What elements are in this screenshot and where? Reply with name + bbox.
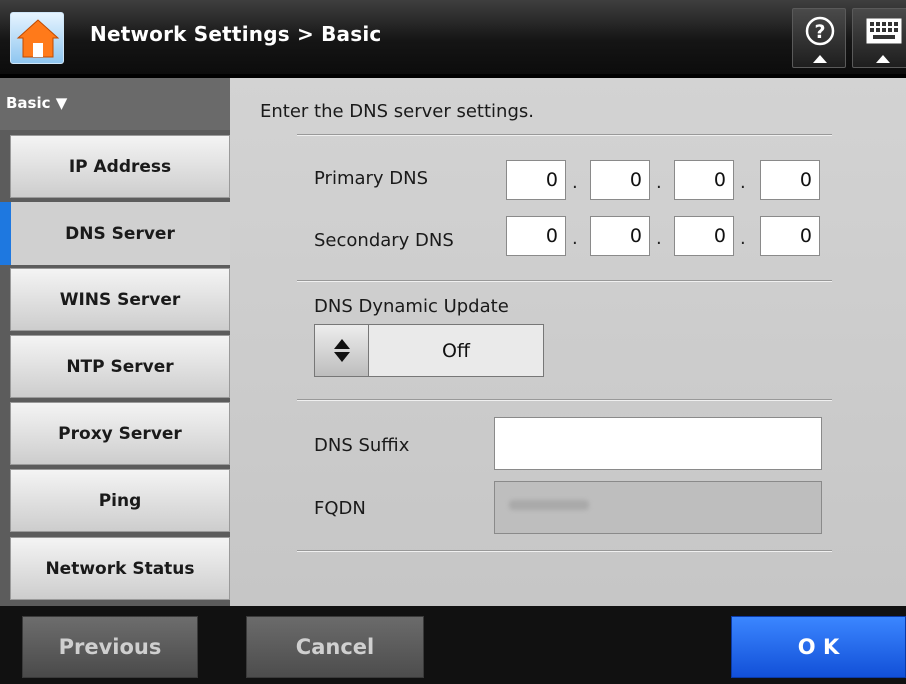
spinner-button[interactable] <box>315 325 369 376</box>
help-button[interactable]: ? <box>792 8 846 68</box>
fqdn-field <box>494 481 822 534</box>
spinner-value: Off <box>369 325 543 376</box>
sidebar-item-dns-server[interactable]: DNS Server <box>10 202 230 265</box>
primary-dns-octet-2[interactable]: 0 <box>590 160 650 200</box>
secondary-dns-octet-1[interactable]: 0 <box>506 216 566 256</box>
instruction-text: Enter the DNS server settings. <box>260 101 534 122</box>
sidebar-item-label: Ping <box>98 490 142 511</box>
previous-button[interactable]: Previous <box>22 616 198 678</box>
sidebar-item-proxy-server[interactable]: Proxy Server <box>10 402 230 465</box>
sidebar-item-label: WINS Server <box>59 289 181 310</box>
divider <box>297 399 832 401</box>
svg-text:?: ? <box>814 21 825 43</box>
primary-dns-octet-4[interactable]: 0 <box>760 160 820 200</box>
title-bar: Network Settings > Basic ? <box>0 0 906 76</box>
redacted-value <box>509 500 589 510</box>
active-item-indicator <box>0 202 11 265</box>
help-icon: ? <box>805 16 835 63</box>
settings-panel: Enter the DNS server settings. Primary D… <box>230 78 906 606</box>
sidebar-item-ip-address[interactable]: IP Address <box>10 135 230 198</box>
keyboard-button[interactable] <box>852 8 906 68</box>
sidebar-item-label: NTP Server <box>66 356 174 377</box>
secondary-dns-octet-3[interactable]: 0 <box>674 216 734 256</box>
octet-separator: . <box>740 228 746 249</box>
octet-separator: . <box>740 172 746 193</box>
sidebar-item-network-status[interactable]: Network Status <box>10 537 230 600</box>
divider <box>297 280 832 282</box>
dns-dynamic-update-spinner[interactable]: Off <box>314 324 544 377</box>
page-title: Network Settings > Basic <box>90 22 382 46</box>
sidebar-item-label: IP Address <box>68 156 172 177</box>
secondary-dns-label: Secondary DNS <box>314 230 454 251</box>
fqdn-label: FQDN <box>314 498 366 519</box>
home-icon <box>16 19 60 58</box>
sidebar: Basic ▼ IP Address DNS Server WINS Serve… <box>0 78 230 606</box>
keyboard-icon <box>866 18 902 63</box>
secondary-dns-octet-2[interactable]: 0 <box>590 216 650 256</box>
octet-separator: . <box>572 228 578 249</box>
up-down-arrows-icon <box>334 339 350 362</box>
primary-dns-octet-3[interactable]: 0 <box>674 160 734 200</box>
octet-separator: . <box>656 228 662 249</box>
sidebar-item-label: Proxy Server <box>58 423 182 444</box>
sidebar-item-ping[interactable]: Ping <box>10 469 230 532</box>
sidebar-item-wins-server[interactable]: WINS Server <box>10 268 230 331</box>
cancel-button[interactable]: Cancel <box>246 616 424 678</box>
sidebar-item-ntp-server[interactable]: NTP Server <box>10 335 230 398</box>
sidebar-item-label: DNS Server <box>65 223 175 244</box>
sidebar-item-label: Network Status <box>45 558 195 579</box>
sidebar-group-toggle[interactable]: Basic ▼ <box>0 78 230 130</box>
octet-separator: . <box>656 172 662 193</box>
secondary-dns-octet-4[interactable]: 0 <box>760 216 820 256</box>
divider <box>297 550 832 552</box>
ok-button[interactable]: O K <box>731 616 906 678</box>
dns-dynamic-update-label: DNS Dynamic Update <box>314 296 509 317</box>
footer-bar: Previous Cancel O K <box>0 606 906 684</box>
dns-suffix-input[interactable] <box>494 417 822 470</box>
primary-dns-octet-1[interactable]: 0 <box>506 160 566 200</box>
dns-suffix-label: DNS Suffix <box>314 435 410 456</box>
octet-separator: . <box>572 172 578 193</box>
home-button[interactable] <box>10 12 64 64</box>
primary-dns-label: Primary DNS <box>314 168 429 189</box>
divider <box>297 134 832 136</box>
